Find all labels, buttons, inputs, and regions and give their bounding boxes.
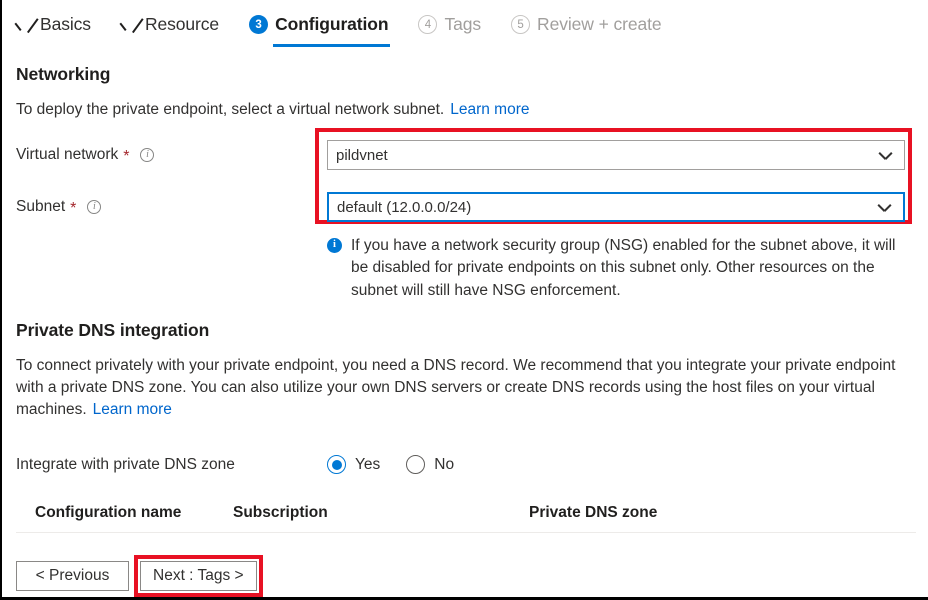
tab-configuration[interactable]: 3 Configuration [249, 14, 388, 47]
subnet-label-group: Subnet * i [16, 198, 327, 216]
tab-configuration-label: Configuration [275, 14, 388, 35]
networking-description-text: To deploy the private endpoint, select a… [16, 101, 444, 118]
private-dns-zone-table: Configuration name Subscription Private … [16, 504, 916, 533]
table-header-divider [16, 532, 916, 533]
next-tags-button[interactable]: Next : Tags > [140, 561, 257, 591]
radio-button-unselected-icon [406, 455, 425, 474]
radio-button-selected-icon [327, 455, 346, 474]
tab-tags-label: Tags [444, 14, 481, 35]
virtual-network-value: pildvnet [336, 147, 879, 164]
radio-dot [332, 460, 342, 470]
tab-resource[interactable]: Resource [121, 14, 219, 47]
table-header-row: Configuration name Subscription Private … [16, 504, 916, 532]
tab-review-create-label: Review + create [537, 14, 661, 35]
column-header-subscription: Subscription [233, 504, 529, 522]
column-header-configuration-name: Configuration name [35, 504, 233, 522]
info-icon[interactable]: i [87, 200, 101, 214]
private-dns-section-title: Private DNS integration [16, 320, 916, 341]
integrate-dns-zone-label: Integrate with private DNS zone [16, 456, 327, 474]
tab-basics-label: Basics [40, 14, 91, 35]
nsg-info-notice: i If you have a network security group (… [327, 235, 912, 302]
private-dns-learn-more-link[interactable]: Learn more [93, 401, 172, 418]
chevron-down-icon [878, 201, 891, 214]
virtual-network-row: Virtual network * i pildvnet [16, 135, 916, 175]
virtual-network-label-group: Virtual network * i [16, 146, 327, 164]
radio-option-yes[interactable]: Yes [327, 455, 380, 474]
active-tab-underline [273, 44, 390, 47]
integrate-dns-zone-radio-group: Yes No [327, 455, 454, 474]
tab-basics[interactable]: Basics [16, 14, 91, 47]
network-form-area: Virtual network * i pildvnet Subnet * i … [16, 135, 916, 227]
subnet-label: Subnet [16, 198, 65, 216]
main-content: Networking To deploy the private endpoin… [2, 64, 928, 533]
subnet-row: Subnet * i default (12.0.0.0/24) [16, 187, 916, 227]
previous-button[interactable]: < Previous [16, 561, 129, 591]
required-asterisk: * [123, 149, 129, 165]
networking-learn-more-link[interactable]: Learn more [450, 101, 529, 118]
wizard-tab-bar: Basics Resource 3 Configuration 4 Tags 5… [2, 0, 928, 46]
subnet-value: default (12.0.0.0/24) [337, 199, 878, 216]
next-button-wrapper: Next : Tags > [140, 561, 257, 591]
radio-option-no[interactable]: No [406, 455, 454, 474]
networking-description: To deploy the private endpoint, select a… [16, 99, 896, 121]
virtual-network-label: Virtual network [16, 146, 118, 164]
check-icon [121, 16, 138, 33]
networking-section-title: Networking [16, 64, 916, 85]
nsg-notice-text: If you have a network security group (NS… [351, 235, 912, 302]
check-icon [16, 16, 33, 33]
subnet-dropdown[interactable]: default (12.0.0.0/24) [327, 192, 905, 222]
step-number-badge: 5 [511, 15, 530, 34]
private-dns-description: To connect privately with your private e… [16, 355, 896, 421]
tab-review-create[interactable]: 5 Review + create [511, 14, 661, 47]
required-asterisk: * [70, 201, 76, 217]
tab-tags[interactable]: 4 Tags [418, 14, 481, 47]
tab-resource-label: Resource [145, 14, 219, 35]
info-icon[interactable]: i [140, 148, 154, 162]
radio-option-yes-label: Yes [355, 456, 380, 474]
column-header-private-dns-zone: Private DNS zone [529, 504, 916, 522]
info-filled-icon: i [327, 238, 342, 253]
radio-option-no-label: No [434, 456, 454, 474]
chevron-down-icon [879, 149, 892, 162]
virtual-network-dropdown[interactable]: pildvnet [327, 140, 905, 170]
configuration-wizard-page: Basics Resource 3 Configuration 4 Tags 5… [2, 0, 928, 600]
wizard-footer: < Previous Next : Tags > [2, 561, 928, 591]
step-number-badge: 4 [418, 15, 437, 34]
integrate-dns-zone-row: Integrate with private DNS zone Yes No [16, 455, 916, 474]
step-number-badge: 3 [249, 15, 268, 34]
